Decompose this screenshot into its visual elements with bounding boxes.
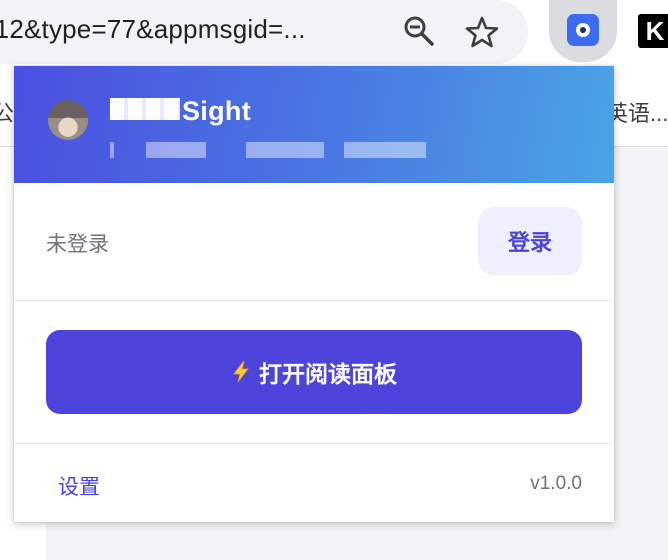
star-icon[interactable] xyxy=(464,14,500,50)
settings-link[interactable]: 设置 xyxy=(58,471,100,501)
redacted-block xyxy=(146,142,206,158)
open-reading-panel-label: 打开阅读面板 xyxy=(259,361,397,387)
bookmark-item[interactable]: 英语... xyxy=(606,96,668,128)
redacted-subtitle xyxy=(110,136,430,160)
redacted-block xyxy=(110,142,114,158)
address-bar[interactable]: 912&type=77&appmsgid=... xyxy=(0,0,528,64)
open-reading-panel-button[interactable]: 打开阅读面板 xyxy=(46,330,582,414)
action-row: 打开阅读面板 xyxy=(14,301,614,444)
redacted-block xyxy=(344,142,426,158)
app-title: Sight xyxy=(110,96,251,127)
version-label: v1.0.0 xyxy=(530,473,582,494)
extension-popup: Sight 未登录 登录 打开阅读面板 设置 v1.0.0 xyxy=(14,66,614,522)
url-text[interactable]: 912&type=77&appmsgid=... xyxy=(0,14,306,45)
extension-icon[interactable] xyxy=(567,14,599,46)
popup-footer: 设置 v1.0.0 xyxy=(14,444,614,522)
avatar xyxy=(48,100,88,140)
redacted-block xyxy=(246,142,324,158)
browser-toolbar: 912&type=77&appmsgid=... K xyxy=(0,0,668,66)
zoom-icon[interactable] xyxy=(402,14,436,48)
bolt-icon xyxy=(233,361,249,383)
app-title-text: Sight xyxy=(182,96,251,126)
login-status-row: 未登录 登录 xyxy=(14,183,614,301)
popup-header: Sight xyxy=(14,66,614,183)
login-button[interactable]: 登录 xyxy=(478,207,582,275)
login-status-text: 未登录 xyxy=(46,233,109,256)
k-extension-icon[interactable]: K xyxy=(638,14,668,48)
